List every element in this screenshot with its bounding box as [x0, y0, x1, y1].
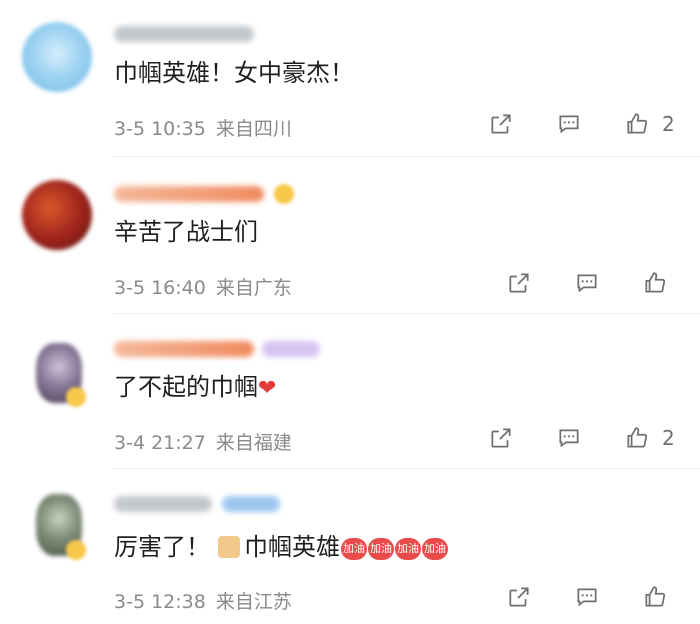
comment-icon — [559, 115, 579, 134]
share-button[interactable] — [506, 270, 536, 300]
like-count: 2 — [662, 112, 675, 136]
thumbs-up-icon — [645, 272, 666, 293]
heart-icon: ❤ — [258, 376, 277, 401]
user-tag-blurred — [222, 496, 280, 512]
username-blurred[interactable] — [114, 186, 264, 202]
reply-button[interactable] — [556, 425, 586, 455]
comment-meta: 3-4 21:27 来自福建 — [114, 428, 302, 455]
comment-date: 3-5 10:35 — [114, 118, 206, 140]
comment-actions: 2 — [480, 425, 700, 455]
avatar[interactable] — [22, 180, 92, 250]
comment-actions: 2 — [480, 111, 700, 141]
vip-badge-icon — [274, 184, 294, 204]
jiayou-sticker-icon: 加油 — [341, 538, 367, 560]
comment-actions — [480, 584, 700, 614]
jiayou-sticker-icon: 加油 — [422, 538, 448, 560]
comment-icon — [559, 429, 579, 448]
username-blurred[interactable] — [114, 496, 212, 512]
username-blurred[interactable] — [114, 341, 254, 357]
divider — [114, 313, 700, 314]
comment-item: 巾帼英雄！女中豪杰！ 3-5 10:35 来自四川 2 — [0, 0, 700, 160]
vip-badge-icon — [66, 540, 86, 560]
share-icon — [491, 114, 511, 134]
comment-location: 来自江苏 — [215, 591, 292, 613]
vip-badge-icon — [66, 387, 86, 407]
comment-date: 3-5 16:40 — [114, 277, 206, 299]
comment-icon — [577, 588, 597, 607]
comment-meta: 3-5 10:35 来自四川 — [114, 114, 302, 141]
thumbs-up-icon — [627, 113, 648, 134]
comment-location: 来自四川 — [215, 118, 292, 140]
comment-actions — [480, 270, 700, 300]
like-button[interactable] — [624, 111, 654, 141]
like-button[interactable] — [642, 270, 672, 300]
comment-icon — [577, 274, 597, 293]
comment-text: 辛苦了战士们 — [114, 218, 258, 246]
like-button[interactable] — [642, 584, 672, 614]
user-tag-blurred — [262, 341, 320, 357]
reply-button[interactable] — [556, 111, 586, 141]
share-icon — [491, 428, 511, 448]
comment-item: 了不起的巾帼❤ 3-4 21:27 来自福建 2 — [0, 315, 700, 470]
comment-meta: 3-5 16:40 来自广东 — [114, 273, 302, 300]
comment-meta: 3-5 12:38 来自江苏 — [114, 587, 302, 614]
reply-button[interactable] — [574, 584, 604, 614]
username-blurred[interactable] — [114, 26, 254, 42]
comment-date: 3-5 12:38 — [114, 591, 206, 613]
comment-item: 辛苦了战士们 3-5 16:40 来自广东 — [0, 160, 700, 315]
like-count: 2 — [662, 426, 675, 450]
comment-location: 来自福建 — [215, 432, 292, 454]
thumbs-up-icon — [627, 427, 648, 448]
like-button[interactable] — [624, 425, 654, 455]
divider — [114, 468, 700, 469]
reply-button[interactable] — [574, 270, 604, 300]
comment-location: 来自广东 — [215, 277, 292, 299]
comment-text: 厉害了！ 巾帼英雄 加油 加油 加油 加油 — [114, 532, 448, 562]
avatar[interactable] — [22, 22, 92, 92]
comment-date: 3-4 21:27 — [114, 432, 206, 454]
thumbs-up-emoji-icon — [218, 536, 240, 558]
share-button[interactable] — [506, 584, 536, 614]
comment-text-content: 了不起的巾帼 — [114, 373, 258, 401]
jiayou-sticker-icon: 加油 — [368, 538, 394, 560]
comment-item: 厉害了！ 巾帼英雄 加油 加油 加油 加油 3-5 12:38 来自江苏 — [0, 470, 700, 624]
comment-text: 巾帼英雄！女中豪杰！ — [114, 59, 354, 87]
comment-text: 了不起的巾帼❤ — [114, 372, 276, 404]
comment-text-part2: 巾帼英雄 — [244, 533, 340, 561]
share-icon — [509, 273, 529, 293]
jiayou-sticker-icon: 加油 — [395, 538, 421, 560]
divider — [114, 156, 700, 157]
share-button[interactable] — [488, 425, 518, 455]
share-icon — [509, 587, 529, 607]
thumbs-up-icon — [645, 586, 666, 607]
comment-text-part1: 厉害了！ — [114, 533, 210, 561]
share-button[interactable] — [488, 111, 518, 141]
